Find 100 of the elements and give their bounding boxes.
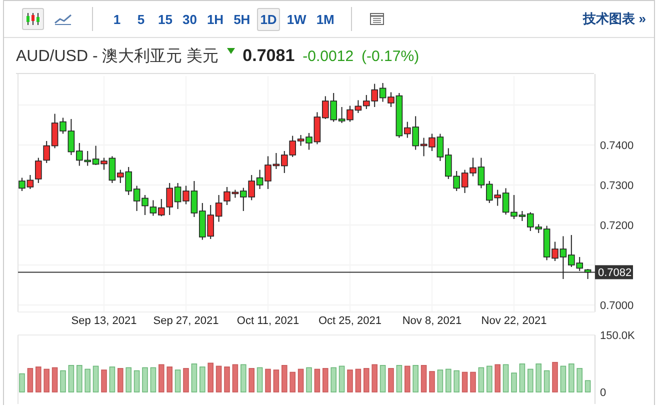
volume-bar <box>519 363 526 392</box>
volume-bar <box>101 370 107 392</box>
volume-bar <box>396 365 402 392</box>
volume-bar <box>19 373 25 392</box>
volume-bar <box>364 368 370 392</box>
volume-bar <box>142 367 148 392</box>
volume-bar <box>68 365 74 392</box>
volume-bar <box>282 365 288 392</box>
line-chart-icon <box>54 13 72 25</box>
interval-tab[interactable]: 1H <box>204 8 227 30</box>
price-axis-label: 0.7200 <box>600 220 634 232</box>
volume-bar <box>166 366 172 392</box>
volume-bar <box>576 368 582 392</box>
volume-bar <box>552 362 558 392</box>
volume-bar <box>44 368 50 392</box>
volume-bar <box>290 372 296 392</box>
volume-bar <box>412 365 418 392</box>
volume-bar <box>265 368 271 392</box>
volume-bar <box>158 364 164 392</box>
volume-bar <box>560 366 566 392</box>
volume-bar <box>109 366 116 392</box>
date-axis-label: Sep 13, 2021 <box>71 315 137 326</box>
interval-tab[interactable]: 1W <box>284 8 310 30</box>
interval-tab[interactable]: 15 <box>155 8 176 30</box>
volume-bar <box>183 368 189 392</box>
candlestick-icon <box>25 12 41 26</box>
volume-axis-label: 150.0K <box>600 330 635 342</box>
volume-bar <box>126 367 132 392</box>
volume-bar <box>84 368 90 392</box>
volume-bar <box>494 364 500 392</box>
interval-tab[interactable]: 30 <box>179 8 200 30</box>
volume-bar <box>76 365 82 392</box>
volume-bar <box>536 363 542 392</box>
date-axis-label: Oct 11, 2021 <box>236 315 300 326</box>
volume-bar <box>322 368 328 392</box>
volume-bar <box>437 370 444 392</box>
volume-bar <box>372 364 378 392</box>
volume-bar <box>92 366 99 392</box>
volume-bar <box>462 372 468 392</box>
volume-bar <box>502 364 509 392</box>
volume-bar <box>486 366 492 392</box>
last-price: 0.7081 <box>242 46 295 66</box>
volume-bar <box>528 368 534 392</box>
volume-bar <box>446 368 452 392</box>
volume-bar <box>298 368 304 392</box>
date-axis-label: Nov 22, 2021 <box>481 315 547 326</box>
volume-bar <box>134 370 140 392</box>
last-price-tag: 0.7082 <box>595 265 633 280</box>
volume-bar <box>240 364 246 392</box>
volume-bar <box>388 368 394 392</box>
volume-bar <box>330 367 336 392</box>
volume-bar <box>224 366 230 392</box>
date-axis-label: Nov 8, 2021 <box>402 315 462 326</box>
volume-bar <box>248 368 254 392</box>
volume-bar <box>256 367 263 392</box>
price-axis-label: 0.7000 <box>600 300 634 312</box>
volume-bar <box>191 363 198 392</box>
volume-bar <box>478 367 484 392</box>
volume-bar <box>27 368 34 392</box>
volume-bar <box>454 370 460 392</box>
date-axis-label: Sep 27, 2021 <box>153 315 219 326</box>
pair-name: AUD/USD - 澳大利亚元 美元 <box>16 46 219 67</box>
volume-bar <box>208 362 214 392</box>
percent-change: (-0.17%) <box>362 48 420 65</box>
volume-bar <box>429 371 435 392</box>
volume-bar <box>420 365 427 392</box>
volume-bar <box>200 366 206 392</box>
volume-bar <box>544 370 550 392</box>
volume-bar <box>273 370 280 392</box>
volume-bar <box>150 367 156 392</box>
ref-line-label: 0.7082 <box>598 267 632 280</box>
volume-bar <box>174 370 181 392</box>
volume-bar <box>232 364 238 392</box>
price-axis-label: 0.7400 <box>600 140 634 152</box>
volume-bar <box>36 366 42 392</box>
volume-bar <box>314 368 320 392</box>
price-axis-label: 0.7300 <box>600 180 634 192</box>
volume-bar <box>118 368 124 392</box>
interval-tab[interactable]: 1M <box>313 8 338 30</box>
volume-bar <box>404 366 410 392</box>
volume-bar <box>470 372 476 392</box>
volume-bar <box>584 380 591 392</box>
technical-chart-link[interactable]: 技术图表 » <box>583 10 646 28</box>
volume-bar <box>568 363 574 392</box>
volume-bar <box>355 368 362 392</box>
table-icon <box>370 13 384 25</box>
volume-bar <box>60 370 66 392</box>
volume-bar <box>52 367 58 392</box>
interval-tab[interactable]: 5 <box>131 8 151 30</box>
volume-bar <box>380 365 386 392</box>
volume-bar <box>347 370 353 392</box>
interval-tab[interactable]: 1D <box>257 8 280 30</box>
volume-axis-label: 0 <box>600 387 606 399</box>
interval-tab[interactable]: 5H <box>230 8 254 30</box>
price-change: -0.0012 <box>302 48 354 65</box>
interval-tab[interactable]: 1 <box>107 8 127 30</box>
volume-bar <box>216 366 222 392</box>
volume-bar <box>306 367 312 392</box>
candlestick-chart-button[interactable] <box>22 8 44 30</box>
volume-bar <box>511 372 517 392</box>
